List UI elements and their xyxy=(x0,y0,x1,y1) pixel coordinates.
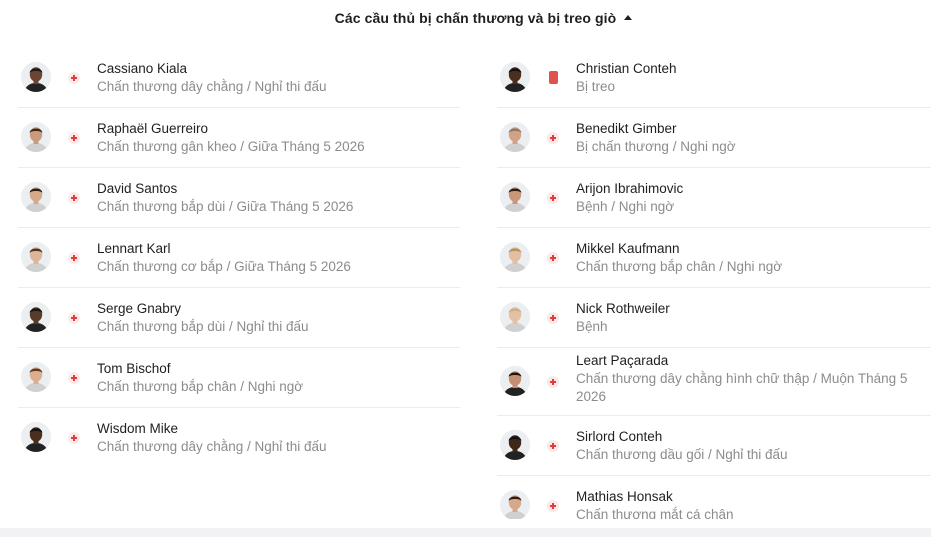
player-info: Tom Bischof Chấn thương bắp chân / Nghi n… xyxy=(97,360,456,396)
caret-up-icon xyxy=(624,15,633,20)
player-row[interactable]: Sirlord Conteh Chấn thương dầu gối / Nghỉ… xyxy=(497,416,931,476)
player-status-detail: Chấn thương gân kheo / Giữa Tháng 5 2026 xyxy=(97,139,365,154)
injury-cross-icon xyxy=(68,252,80,264)
player-status-detail: Bệnh xyxy=(576,319,608,334)
player-status-detail: Chấn thương dây chằng hình chữ thập / Mu… xyxy=(576,371,908,404)
player-info: Serge Gnabry Chấn thương bắp dùi / Nghỉ t… xyxy=(97,300,456,336)
player-name[interactable]: Cassiano Kiala xyxy=(97,60,456,77)
player-name[interactable]: Sirlord Conteh xyxy=(576,428,927,445)
player-avatar xyxy=(21,422,51,452)
player-avatar xyxy=(500,122,530,152)
player-avatar xyxy=(500,62,530,92)
home-team-list: Cassiano Kiala Chấn thương dây chằng / Ng… xyxy=(18,48,460,468)
player-avatar xyxy=(21,182,51,212)
injury-cross-icon xyxy=(68,312,80,324)
player-avatar xyxy=(21,302,51,332)
player-status-detail: Bị treo xyxy=(576,79,616,94)
injuries-suspensions-panel: Các cầu thủ bị chấn thương và bị treo gi… xyxy=(0,0,931,537)
player-avatar xyxy=(500,490,530,520)
player-row[interactable]: Cassiano Kiala Chấn thương dây chằng / Ng… xyxy=(18,48,460,108)
player-info: Cassiano Kiala Chấn thương dây chằng / Ng… xyxy=(97,60,456,96)
player-name[interactable]: Wisdom Mike xyxy=(97,420,456,437)
player-name[interactable]: Christian Conteh xyxy=(576,60,927,77)
away-team-list: Christian Conteh Bị treo Benedikt Gimber Bị… xyxy=(497,48,931,536)
player-info: Arijon Ibrahimovic Bệnh / Nghi ngờ xyxy=(576,180,927,216)
player-row[interactable]: Arijon Ibrahimovic Bệnh / Nghi ngờ xyxy=(497,168,931,228)
player-info: Christian Conteh Bị treo xyxy=(576,60,927,96)
player-name[interactable]: Mathias Honsak xyxy=(576,488,927,505)
player-info: David Santos Chấn thương bắp dùi / Giữa T… xyxy=(97,180,456,216)
section-title: Các cầu thủ bị chấn thương và bị treo gi… xyxy=(334,10,617,26)
player-info: Nick Rothweiler Bệnh xyxy=(576,300,927,336)
player-name[interactable]: Arijon Ibrahimovic xyxy=(576,180,927,197)
injury-cross-icon xyxy=(547,312,559,324)
player-status-detail: Chấn thương dây chằng / Nghỉ thi đấu xyxy=(97,439,327,454)
player-row[interactable]: David Santos Chấn thương bắp dùi / Giữa T… xyxy=(18,168,460,228)
player-status-detail: Chấn thương bắp dùi / Giữa Tháng 5 2026 xyxy=(97,199,354,214)
injury-cross-icon xyxy=(547,500,559,512)
player-row[interactable]: Tom Bischof Chấn thương bắp chân / Nghi n… xyxy=(18,348,460,408)
injury-cross-icon xyxy=(547,252,559,264)
player-status-detail: Chấn thương bắp chân / Nghi ngờ xyxy=(576,259,783,274)
player-avatar xyxy=(500,366,530,396)
player-info: Benedikt Gimber Bị chấn thương / Nghi ngờ xyxy=(576,120,927,156)
player-row[interactable]: Nick Rothweiler Bệnh xyxy=(497,288,931,348)
injury-cross-icon xyxy=(68,132,80,144)
player-row[interactable]: Raphaël Guerreiro Chấn thương gân kheo / … xyxy=(18,108,460,168)
injury-cross-icon xyxy=(547,376,559,388)
player-name[interactable]: Tom Bischof xyxy=(97,360,456,377)
injury-cross-icon xyxy=(547,192,559,204)
red-card-icon xyxy=(549,71,558,84)
player-name[interactable]: Nick Rothweiler xyxy=(576,300,927,317)
player-info: Mikkel Kaufmann Chấn thương bắp chân / Ng… xyxy=(576,240,927,276)
player-name[interactable]: David Santos xyxy=(97,180,456,197)
player-row[interactable]: Leart Paçarada Chấn thương dây chằng hình… xyxy=(497,348,931,416)
player-name[interactable]: Lennart Karl xyxy=(97,240,456,257)
player-name[interactable]: Raphaël Guerreiro xyxy=(97,120,456,137)
player-avatar xyxy=(500,242,530,272)
player-status-detail: Chấn thương dây chằng / Nghỉ thi đấu xyxy=(97,79,327,94)
player-row[interactable]: Mikkel Kaufmann Chấn thương bắp chân / Ng… xyxy=(497,228,931,288)
player-info: Leart Paçarada Chấn thương dây chằng hình… xyxy=(576,352,927,406)
player-row[interactable]: Serge Gnabry Chấn thương bắp dùi / Nghỉ t… xyxy=(18,288,460,348)
player-info: Raphaël Guerreiro Chấn thương gân kheo / … xyxy=(97,120,456,156)
player-info: Lennart Karl Chấn thương cơ bắp / Giữa Th… xyxy=(97,240,456,276)
injury-cross-icon xyxy=(68,72,80,84)
player-avatar xyxy=(21,242,51,272)
player-status-detail: Chấn thương bắp chân / Nghi ngờ xyxy=(97,379,304,394)
section-header-toggle[interactable]: Các cầu thủ bị chấn thương và bị treo gi… xyxy=(0,8,931,28)
player-status-detail: Chấn thương dầu gối / Nghỉ thi đấu xyxy=(576,447,788,462)
player-name[interactable]: Leart Paçarada xyxy=(576,352,927,369)
player-name[interactable]: Benedikt Gimber xyxy=(576,120,927,137)
card-bottom-corner xyxy=(0,519,931,528)
player-status-detail: Bệnh / Nghi ngờ xyxy=(576,199,675,214)
player-name[interactable]: Serge Gnabry xyxy=(97,300,456,317)
card-bottom-edge xyxy=(0,528,931,537)
player-avatar xyxy=(500,182,530,212)
injury-cross-icon xyxy=(68,372,80,384)
player-status-detail: Chấn thương bắp dùi / Nghỉ thi đấu xyxy=(97,319,309,334)
player-name[interactable]: Mikkel Kaufmann xyxy=(576,240,927,257)
player-avatar xyxy=(21,362,51,392)
player-status-detail: Chấn thương cơ bắp / Giữa Tháng 5 2026 xyxy=(97,259,351,274)
player-row[interactable]: Lennart Karl Chấn thương cơ bắp / Giữa Th… xyxy=(18,228,460,288)
injury-cross-icon xyxy=(547,132,559,144)
player-row[interactable]: Wisdom Mike Chấn thương dây chằng / Nghỉ … xyxy=(18,408,460,468)
player-info: Sirlord Conteh Chấn thương dầu gối / Nghỉ… xyxy=(576,428,927,464)
player-avatar xyxy=(500,302,530,332)
player-avatar xyxy=(500,430,530,460)
player-info: Wisdom Mike Chấn thương dây chằng / Nghỉ … xyxy=(97,420,456,456)
player-status-detail: Bị chấn thương / Nghi ngờ xyxy=(576,139,736,154)
injury-cross-icon xyxy=(547,440,559,452)
player-row[interactable]: Benedikt Gimber Bị chấn thương / Nghi ngờ xyxy=(497,108,931,168)
injury-cross-icon xyxy=(68,432,80,444)
player-avatar xyxy=(21,122,51,152)
player-row[interactable]: Christian Conteh Bị treo xyxy=(497,48,931,108)
player-avatar xyxy=(21,62,51,92)
injury-cross-icon xyxy=(68,192,80,204)
